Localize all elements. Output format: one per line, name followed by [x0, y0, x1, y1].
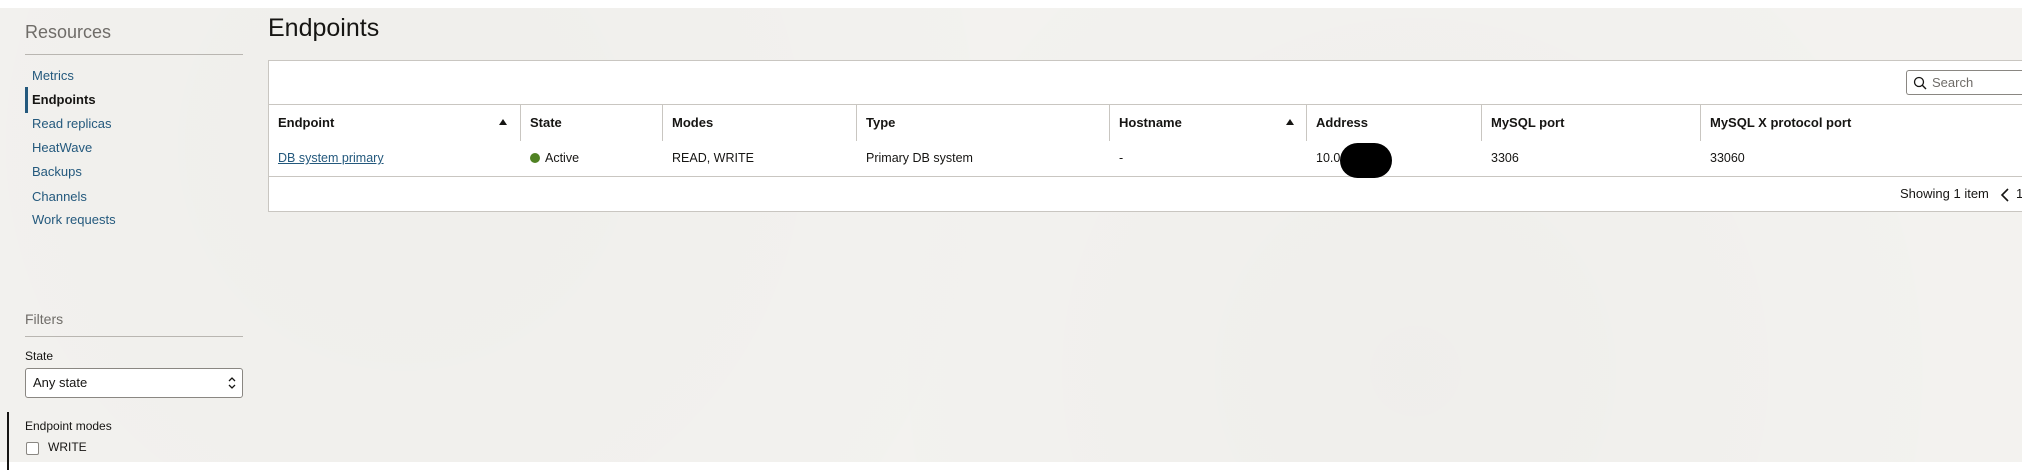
column-header-type-label: Type — [866, 115, 896, 130]
column-header-modes[interactable]: Modes — [663, 105, 857, 141]
redaction-mark — [1340, 143, 1392, 178]
sidebar-item-metrics[interactable]: Metrics — [25, 63, 232, 89]
sidebar-item-endpoints[interactable]: Endpoints — [25, 87, 232, 113]
column-header-endpoint[interactable]: Endpoint — [269, 105, 521, 141]
mysql-port-cell: 3306 — [1491, 151, 1519, 165]
column-header-state[interactable]: State — [521, 105, 663, 141]
column-header-state-label: State — [530, 115, 562, 130]
modes-cell: READ, WRITE — [672, 151, 754, 165]
endpoint-link[interactable]: DB system primary — [278, 151, 384, 165]
sidebar: Resources Metrics Endpoints Read replica… — [0, 8, 250, 470]
page-title: Endpoints — [268, 14, 380, 42]
sidebar-item-heatwave[interactable]: HeatWave — [25, 135, 232, 161]
column-header-modes-label: Modes — [672, 115, 714, 130]
column-header-mysqlx-port-label: MySQL X protocol port — [1710, 115, 1852, 130]
select-caret-icon — [228, 377, 236, 389]
table-row: DB system primary Active READ, WRITE Pri… — [269, 141, 2022, 177]
state-filter-select[interactable]: Any state — [25, 368, 243, 398]
hostname-cell: - — [1119, 151, 1124, 165]
mysqlx-port-cell: 33060 — [1710, 151, 1745, 165]
top-strip — [0, 0, 2022, 8]
column-header-address[interactable]: Address — [1307, 105, 1482, 141]
state-cell: Active — [521, 141, 663, 176]
state-value: Active — [545, 151, 580, 165]
state-filter-label: State — [25, 349, 54, 363]
column-header-hostname[interactable]: Hostname — [1110, 105, 1307, 141]
sidebar-item-work-requests[interactable]: Work requests — [25, 207, 232, 233]
column-header-address-label: Address — [1316, 115, 1369, 130]
write-mode-label: WRITE — [48, 440, 87, 454]
column-header-mysqlx-port[interactable]: MySQL X protocol port — [1701, 105, 2022, 141]
column-header-mysql-port-label: MySQL port — [1491, 115, 1565, 130]
column-header-endpoint-label: Endpoint — [278, 115, 335, 130]
status-active-icon — [530, 153, 540, 163]
write-mode-checkbox[interactable] — [26, 442, 39, 455]
state-filter-value: Any state — [33, 375, 88, 390]
resources-title: Resources — [25, 22, 112, 42]
page-number: 1 — [2016, 186, 2022, 201]
sort-asc-icon — [1286, 119, 1294, 125]
resources-divider — [25, 54, 243, 55]
address-cell: 10.0 — [1316, 151, 1341, 165]
filters-title: Filters — [25, 311, 64, 327]
filters-divider — [25, 336, 243, 337]
search-icon — [1913, 76, 1927, 90]
endpoint-cell: DB system primary — [269, 141, 521, 176]
showing-count: Showing 1 item — [1900, 186, 1989, 201]
table-header-row: Endpoint State Modes Type Hostname Addre… — [269, 104, 2022, 142]
type-cell: Primary DB system — [866, 151, 973, 165]
column-header-hostname-label: Hostname — [1119, 115, 1182, 130]
column-header-mysql-port[interactable]: MySQL port — [1482, 105, 1701, 141]
sidebar-item-backups[interactable]: Backups — [25, 159, 232, 185]
chevron-left-icon[interactable] — [1998, 186, 2012, 204]
column-header-type[interactable]: Type — [857, 105, 1110, 141]
endpoint-modes-label: Endpoint modes — [25, 419, 112, 433]
sort-asc-icon — [499, 119, 507, 125]
modes-focus-marker — [7, 412, 9, 470]
sidebar-item-read-replicas[interactable]: Read replicas — [25, 111, 232, 137]
search-placeholder: Search — [1932, 75, 1974, 90]
search-input[interactable]: Search — [1906, 70, 2022, 95]
bottom-strip — [0, 462, 2022, 470]
